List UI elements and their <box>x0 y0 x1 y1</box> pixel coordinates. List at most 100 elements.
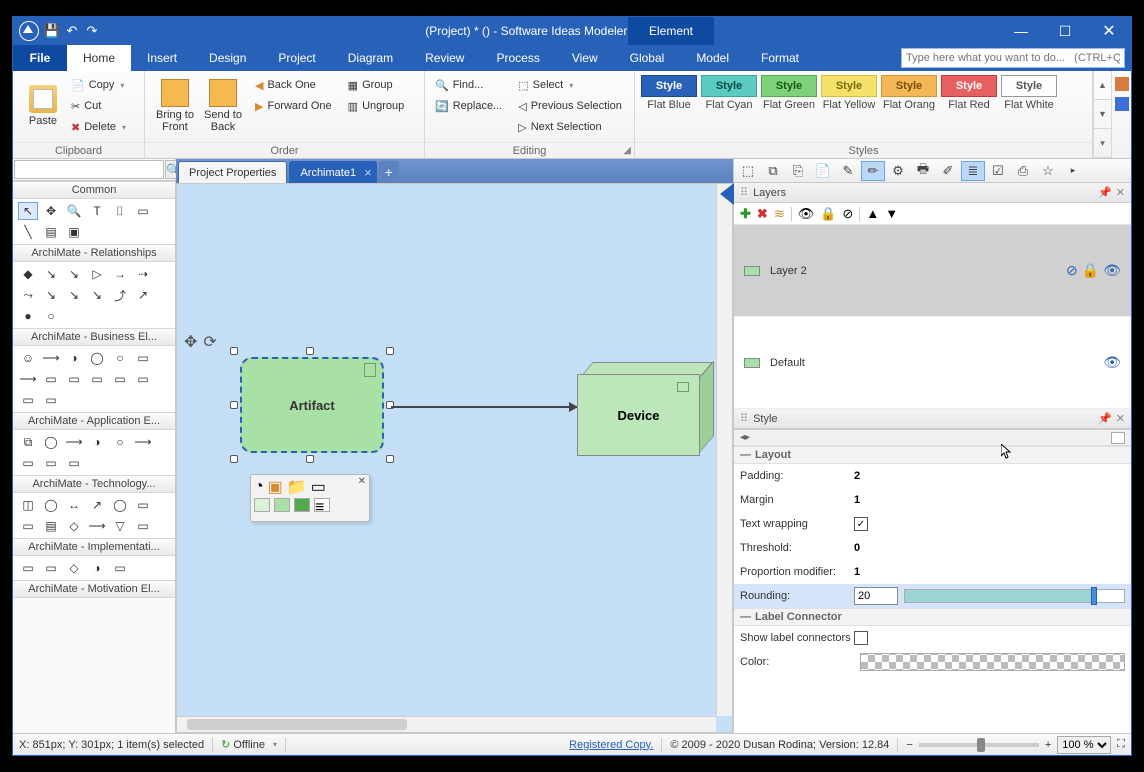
popup-icon-1[interactable]: ◔ <box>254 478 264 496</box>
pt-btn-more[interactable]: ▸ <box>1061 161 1085 181</box>
editing-dialog-launcher[interactable]: ◢ <box>623 145 631 156</box>
section-implementation[interactable]: ArchiMate - Implementati... <box>13 538 175 556</box>
rel-tool-9[interactable]: ↘ <box>64 286 84 304</box>
rect-tool[interactable]: ▭ <box>133 202 153 220</box>
impl-tool-3[interactable]: ◇ <box>64 559 84 577</box>
move-tool[interactable]: ✥ <box>41 202 61 220</box>
help-search-input[interactable] <box>901 48 1125 68</box>
menu-insert[interactable]: Insert <box>131 45 193 71</box>
pt-btn-13[interactable]: ☆ <box>1036 161 1060 181</box>
impl-tool-1[interactable]: ▭ <box>18 559 38 577</box>
tech-tool-4[interactable]: ↗ <box>87 496 107 514</box>
styles-down-button[interactable]: ▼ <box>1094 100 1111 129</box>
rounding-input[interactable] <box>854 587 898 605</box>
biz-tool-2[interactable]: ⟶ <box>41 349 61 367</box>
tech-tool-2[interactable]: ◯ <box>41 496 61 514</box>
biz-tool-12[interactable]: ▭ <box>133 370 153 388</box>
showlbl-checkbox[interactable] <box>854 631 868 645</box>
pt-btn-1[interactable]: ⬚ <box>736 161 760 181</box>
maximize-button[interactable]: ☐ <box>1043 17 1087 45</box>
toolbox-search-input[interactable] <box>14 160 164 179</box>
popup-close-icon[interactable]: ✕ <box>358 476 366 487</box>
canvas-hscroll[interactable] <box>177 716 716 732</box>
menu-process[interactable]: Process <box>480 45 555 71</box>
zoom-out-icon[interactable]: − <box>906 739 912 751</box>
tech-tool-11[interactable]: ▽ <box>110 517 130 535</box>
tech-tool-1[interactable]: ◫ <box>18 496 38 514</box>
add-tab-button[interactable]: + <box>379 161 399 183</box>
back-one-button[interactable]: ◀Back One <box>251 75 336 95</box>
zoom-fit-icon[interactable]: ⛶ <box>1117 738 1125 751</box>
biz-tool-1[interactable]: ☺ <box>18 349 38 367</box>
delete-button[interactable]: ✖Delete▾ <box>67 117 130 137</box>
rel-tool-7[interactable]: ⤳ <box>18 286 38 304</box>
zoom-tool[interactable]: 🔍 <box>64 202 84 220</box>
rel-tool-12[interactable]: ↗ <box>133 286 153 304</box>
section-technology[interactable]: ArchiMate - Technology... <box>13 475 175 493</box>
label-tool[interactable]: ⌷ <box>110 202 130 220</box>
undo-icon[interactable]: ↶ <box>63 22 81 40</box>
zoom-slider[interactable] <box>919 743 1039 747</box>
prop-show-label-connectors[interactable]: Show label connectors <box>734 626 1131 650</box>
canvas-vscroll[interactable] <box>716 184 732 716</box>
element-artifact[interactable]: Artifact <box>234 351 390 459</box>
menu-format[interactable]: Format <box>745 45 815 71</box>
biz-tool-14[interactable]: ▭ <box>41 391 61 409</box>
contextual-tab-element[interactable]: Element <box>628 17 714 45</box>
find-button[interactable]: 🔍Find... <box>431 75 506 95</box>
close-button[interactable]: ✕ <box>1087 17 1131 45</box>
menu-diagram[interactable]: Diagram <box>332 45 409 71</box>
pt-btn-4[interactable]: 📄 <box>811 161 835 181</box>
biz-tool-11[interactable]: ▭ <box>110 370 130 388</box>
biz-tool-13[interactable]: ▭ <box>18 391 38 409</box>
swatch-dark[interactable] <box>294 498 310 512</box>
impl-tool-4[interactable]: ◑ <box>87 559 107 577</box>
app-tool-7[interactable]: ▭ <box>18 454 38 472</box>
impl-tool-2[interactable]: ▭ <box>41 559 61 577</box>
menu-project[interactable]: Project <box>262 45 331 71</box>
layer-row-default[interactable]: Default 👁 <box>734 317 1131 409</box>
menu-view[interactable]: View <box>556 45 614 71</box>
style-flat-cyan[interactable]: Style <box>701 75 757 97</box>
add-layer-icon[interactable]: ✚ <box>740 206 751 222</box>
pt-btn-3[interactable]: ⎘ <box>786 161 810 181</box>
biz-tool-6[interactable]: ▭ <box>133 349 153 367</box>
section-application[interactable]: ArchiMate - Application E... <box>13 412 175 430</box>
replace-button[interactable]: 🔄Replace... <box>431 96 506 116</box>
element-device[interactable]: Device <box>577 374 707 456</box>
menu-design[interactable]: Design <box>193 45 262 71</box>
swatch-med[interactable] <box>274 498 290 512</box>
tech-tool-7[interactable]: ▭ <box>18 517 38 535</box>
prop-padding[interactable]: Padding:2 <box>734 464 1131 488</box>
rel-tool-14[interactable]: ○ <box>41 307 61 325</box>
pt-btn-12[interactable]: ⎙ <box>1011 161 1035 181</box>
zoom-in-icon[interactable]: + <box>1045 739 1051 751</box>
pin-icon[interactable]: 📌 <box>1098 186 1112 199</box>
section-business[interactable]: ArchiMate - Business El... <box>13 328 175 346</box>
delete-layer-icon[interactable]: ✖ <box>757 206 768 222</box>
pt-btn-10[interactable]: ≣ <box>961 161 985 181</box>
pt-btn-8[interactable]: 🖶 <box>911 161 935 181</box>
style-flat-yellow[interactable]: Style <box>821 75 877 97</box>
prop-threshold[interactable]: Threshold:0 <box>734 536 1131 560</box>
lock-icon[interactable]: 🔒 <box>820 206 836 222</box>
app-tool-2[interactable]: ◯ <box>41 433 61 451</box>
diagram-canvas[interactable]: ✥⟳ Artifact Device ✕ ◔ <box>176 183 733 733</box>
style-flat-red[interactable]: Style <box>941 75 997 97</box>
connector-arrow[interactable] <box>391 406 577 408</box>
prop-color[interactable]: Color: <box>734 650 1131 674</box>
app-tool-1[interactable]: ⧉ <box>18 433 38 451</box>
app-tool-3[interactable]: ⟶ <box>64 433 84 451</box>
tech-tool-10[interactable]: ⟶ <box>87 517 107 535</box>
prop-rounding[interactable]: Rounding: <box>734 584 1131 608</box>
popup-icon-3[interactable]: 📁 <box>287 477 307 497</box>
style-panel-header[interactable]: ⠿Style📌✕ <box>734 409 1131 429</box>
tech-tool-12[interactable]: ▭ <box>133 517 153 535</box>
menu-review[interactable]: Review <box>409 45 480 71</box>
close-panel-icon[interactable]: ✕ <box>1116 412 1125 425</box>
section-relationships[interactable]: ArchiMate - Relationships <box>13 244 175 262</box>
side-icon-2[interactable] <box>1115 97 1129 111</box>
rel-tool-3[interactable]: ↘ <box>64 265 84 283</box>
style-section-layout[interactable]: —Layout <box>734 446 1131 464</box>
close-panel-icon[interactable]: ✕ <box>1116 186 1125 199</box>
